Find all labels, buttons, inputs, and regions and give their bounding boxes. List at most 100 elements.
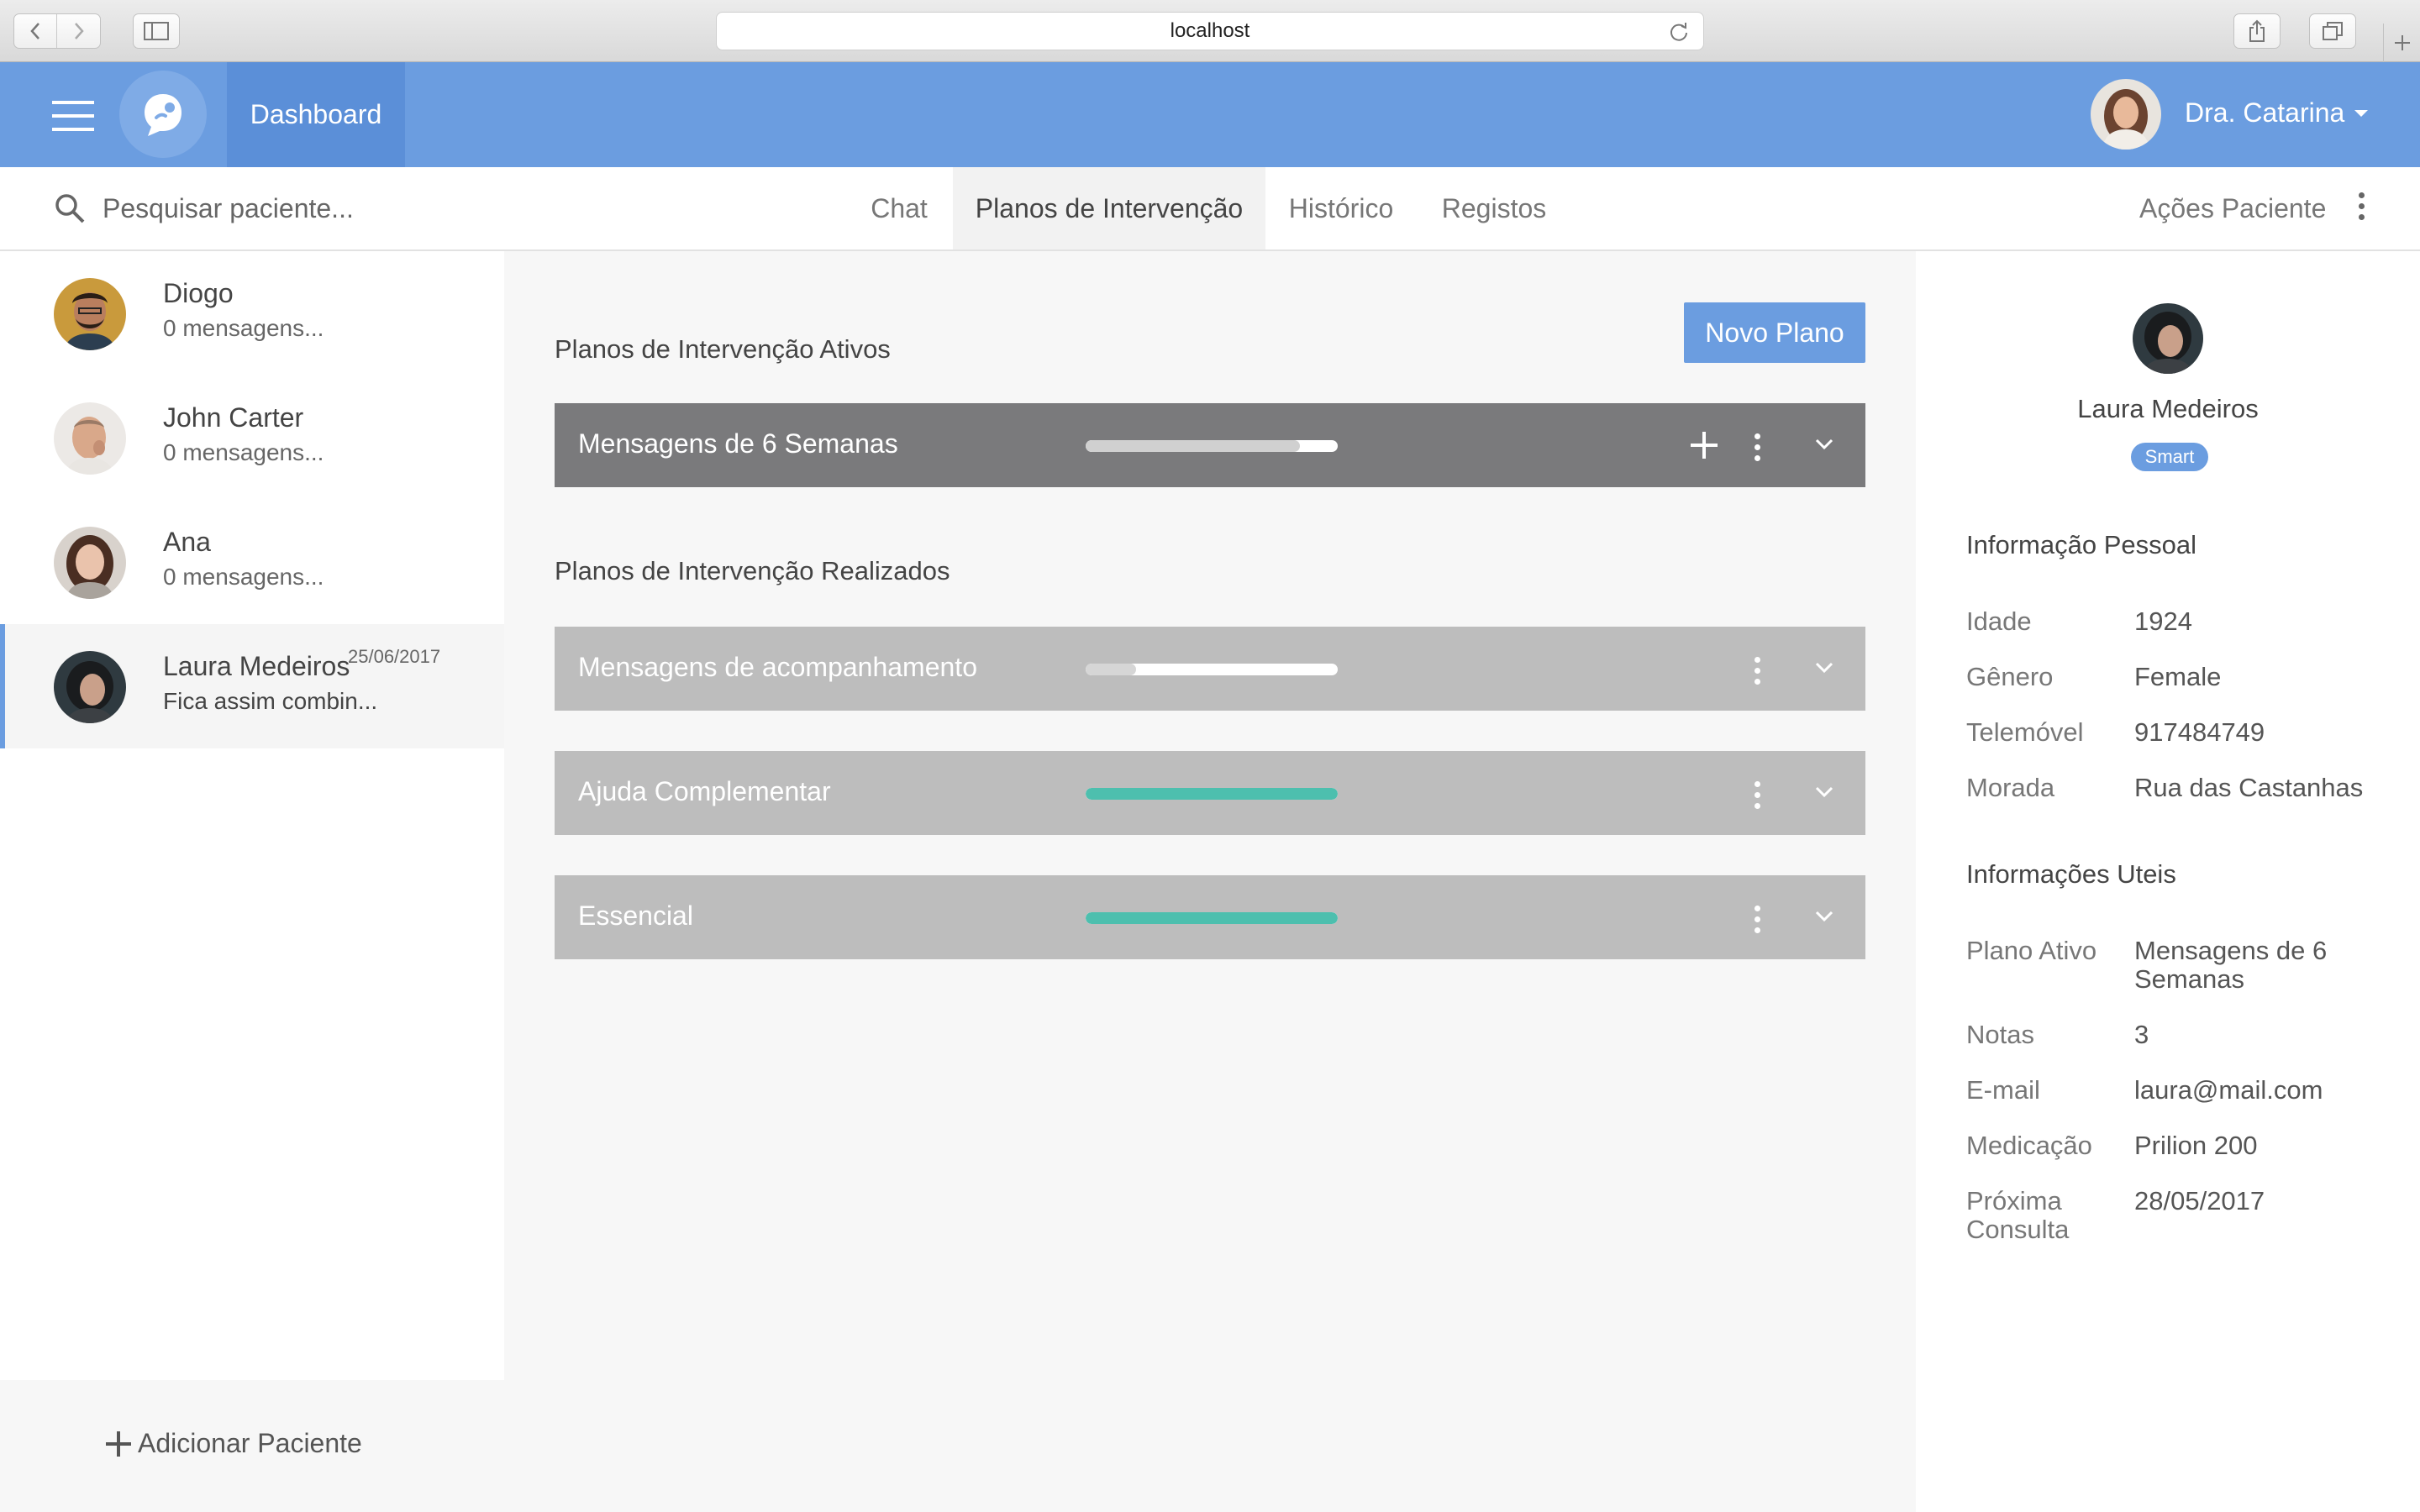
chat-bubble-logo-icon <box>145 94 182 136</box>
user-avatar[interactable] <box>2091 79 2161 150</box>
plus-icon <box>2394 35 2410 50</box>
plan-title: Mensagens de acompanhamento <box>578 652 977 682</box>
tab-historico[interactable]: Histórico <box>1269 167 1413 249</box>
plan-progress-bar <box>1086 440 1338 452</box>
menu-icon[interactable] <box>52 101 94 131</box>
plan-title: Mensagens de 6 Semanas <box>578 428 898 459</box>
profile-name: Laura Medeiros <box>2077 394 2259 423</box>
more-vert-icon[interactable] <box>1754 657 1760 685</box>
plus-icon <box>106 1431 131 1457</box>
patient-last-message: 0 mensagens... <box>163 439 324 465</box>
info-label: Morada <box>1966 773 2055 802</box>
plan-title: Ajuda Complementar <box>578 776 831 806</box>
patient-item-laura-medeiros[interactable]: Laura Medeiros 25/06/2017 Fica assim com… <box>0 624 504 748</box>
add-patient-button[interactable]: Adicionar Paciente <box>106 1428 362 1459</box>
tab-chat[interactable]: Chat <box>849 167 950 249</box>
info-label: E-mail <box>1966 1075 2040 1105</box>
avatar <box>54 278 126 350</box>
plan-row-active-0[interactable]: Mensagens de 6 Semanas <box>555 403 1865 487</box>
chevron-right-icon <box>74 23 84 39</box>
app-header: Dashboard Dra. Catarina <box>0 62 2420 167</box>
share-icon <box>2249 19 2265 42</box>
url-text: localhost <box>1170 19 1250 42</box>
plan-progress-bar <box>1086 788 1338 800</box>
patient-actions-label[interactable]: Ações Paciente <box>2139 167 2326 249</box>
patient-name: John Carter <box>163 402 304 433</box>
personal-info-title: Informação Pessoal <box>1966 530 2196 559</box>
dashboard-tab[interactable]: Dashboard <box>227 62 405 167</box>
plan-row-done-1[interactable]: Ajuda Complementar <box>555 751 1865 835</box>
more-vert-icon[interactable] <box>1754 906 1760 933</box>
info-value: 3 <box>2134 1020 2149 1049</box>
plan-title: Essencial <box>578 900 693 931</box>
info-label: Plano Ativo <box>1966 936 2097 965</box>
patient-item-john-carter[interactable]: John Carter 0 mensagens... <box>0 375 504 500</box>
user-name: Dra. Catarina <box>2185 97 2345 128</box>
info-label: Idade <box>1966 606 2032 636</box>
tab-overview-button[interactable] <box>2309 13 2356 49</box>
browser-toolbar: localhost <box>0 0 2420 62</box>
add-icon[interactable] <box>1691 432 1718 459</box>
address-bar[interactable]: localhost <box>716 12 1704 50</box>
reload-icon[interactable] <box>1668 21 1690 43</box>
caret-down-icon <box>2354 109 2369 117</box>
tab-registos[interactable]: Registos <box>1425 167 1563 249</box>
info-value: laura@mail.com <box>2134 1075 2323 1105</box>
patient-item-ana[interactable]: Ana 0 mensagens... <box>0 500 504 624</box>
patient-name: Laura Medeiros <box>163 651 350 681</box>
sidebar-icon <box>144 22 169 40</box>
back-button[interactable] <box>14 14 58 48</box>
info-value: Mensagens de 6 Semanas <box>2134 936 2328 994</box>
info-value: Female <box>2134 662 2222 691</box>
new-plan-button[interactable]: Novo Plano <box>1684 302 1865 363</box>
more-vert-icon[interactable] <box>1754 433 1760 461</box>
patient-list: Diogo 0 mensagens... John Carter 0 mensa… <box>0 251 504 1380</box>
done-plans-title: Planos de Intervenção Realizados <box>555 556 950 585</box>
profile-avatar <box>2133 303 2203 374</box>
chevron-down-icon[interactable] <box>1812 655 1837 680</box>
info-label: Notas <box>1966 1020 2034 1049</box>
info-value: Prilion 200 <box>2134 1131 2258 1160</box>
info-value: 1924 <box>2134 606 2192 636</box>
patient-item-diogo[interactable]: Diogo 0 mensagens... <box>0 251 504 375</box>
tabs-icon <box>2323 22 2343 40</box>
avatar <box>54 402 126 475</box>
patient-toolbar: Chat Planos de Intervenção Histórico Reg… <box>0 167 2420 251</box>
info-label: Próxima Consulta <box>1966 1186 2070 1244</box>
avatar <box>54 651 126 723</box>
info-label: Medicação <box>1966 1131 2092 1160</box>
info-label: Telemóvel <box>1966 717 2084 747</box>
patient-last-message: Fica assim combin... <box>163 688 378 714</box>
plan-row-done-0[interactable]: Mensagens de acompanhamento <box>555 627 1865 711</box>
tab-planos-intervencao[interactable]: Planos de Intervenção <box>953 167 1265 249</box>
app-logo[interactable] <box>119 71 207 158</box>
chevron-down-icon[interactable] <box>1812 904 1837 929</box>
plan-progress-bar <box>1086 912 1338 924</box>
info-value: Rua das Castanhas <box>2134 773 2364 802</box>
add-patient-label: Adicionar Paciente <box>138 1428 362 1458</box>
more-vert-icon[interactable] <box>1754 781 1760 809</box>
plan-row-done-2[interactable]: Essencial <box>555 875 1865 959</box>
patient-last-message: 0 mensagens... <box>163 315 324 341</box>
active-plans-title: Planos de Intervenção Ativos <box>555 334 891 364</box>
useful-info-title: Informações Uteis <box>1966 859 2176 889</box>
share-button[interactable] <box>2233 13 2281 49</box>
patient-last-message-date: 25/06/2017 <box>348 646 441 667</box>
info-label: Gênero <box>1966 662 2054 691</box>
chevron-left-icon <box>30 23 39 39</box>
chevron-down-icon[interactable] <box>1812 432 1837 457</box>
info-value: 917484749 <box>2134 717 2265 747</box>
patient-name: Ana <box>163 527 211 557</box>
info-value: 28/05/2017 <box>2134 1186 2265 1215</box>
patient-last-message: 0 mensagens... <box>163 564 324 590</box>
more-vert-icon[interactable] <box>2353 192 2370 226</box>
patient-profile-panel: Laura Medeiros Smart Informação Pessoal … <box>1916 251 2420 1512</box>
patient-name: Diogo <box>163 278 234 308</box>
browser-sidebar-button[interactable] <box>133 13 180 49</box>
forward-button[interactable] <box>57 14 100 48</box>
user-menu[interactable]: Dra. Catarina <box>2185 97 2369 129</box>
search-icon <box>55 194 85 223</box>
new-tab-button[interactable] <box>2383 24 2420 62</box>
patient-search-input[interactable] <box>103 187 691 229</box>
chevron-down-icon[interactable] <box>1812 780 1837 805</box>
